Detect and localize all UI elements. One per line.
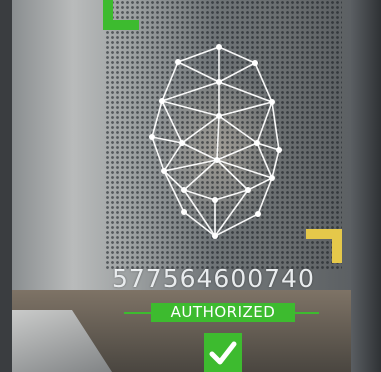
face-scan-view: 577564600740 AUTHORIZED [0, 0, 381, 372]
checkmark-icon [204, 333, 242, 372]
status-badge: AUTHORIZED [151, 303, 295, 322]
corner-bracket-icon [103, 0, 139, 30]
auth-line-right [295, 312, 319, 314]
id-number: 577564600740 [112, 264, 315, 293]
corner-bracket-icon [306, 229, 342, 263]
auth-line-left [124, 312, 151, 314]
